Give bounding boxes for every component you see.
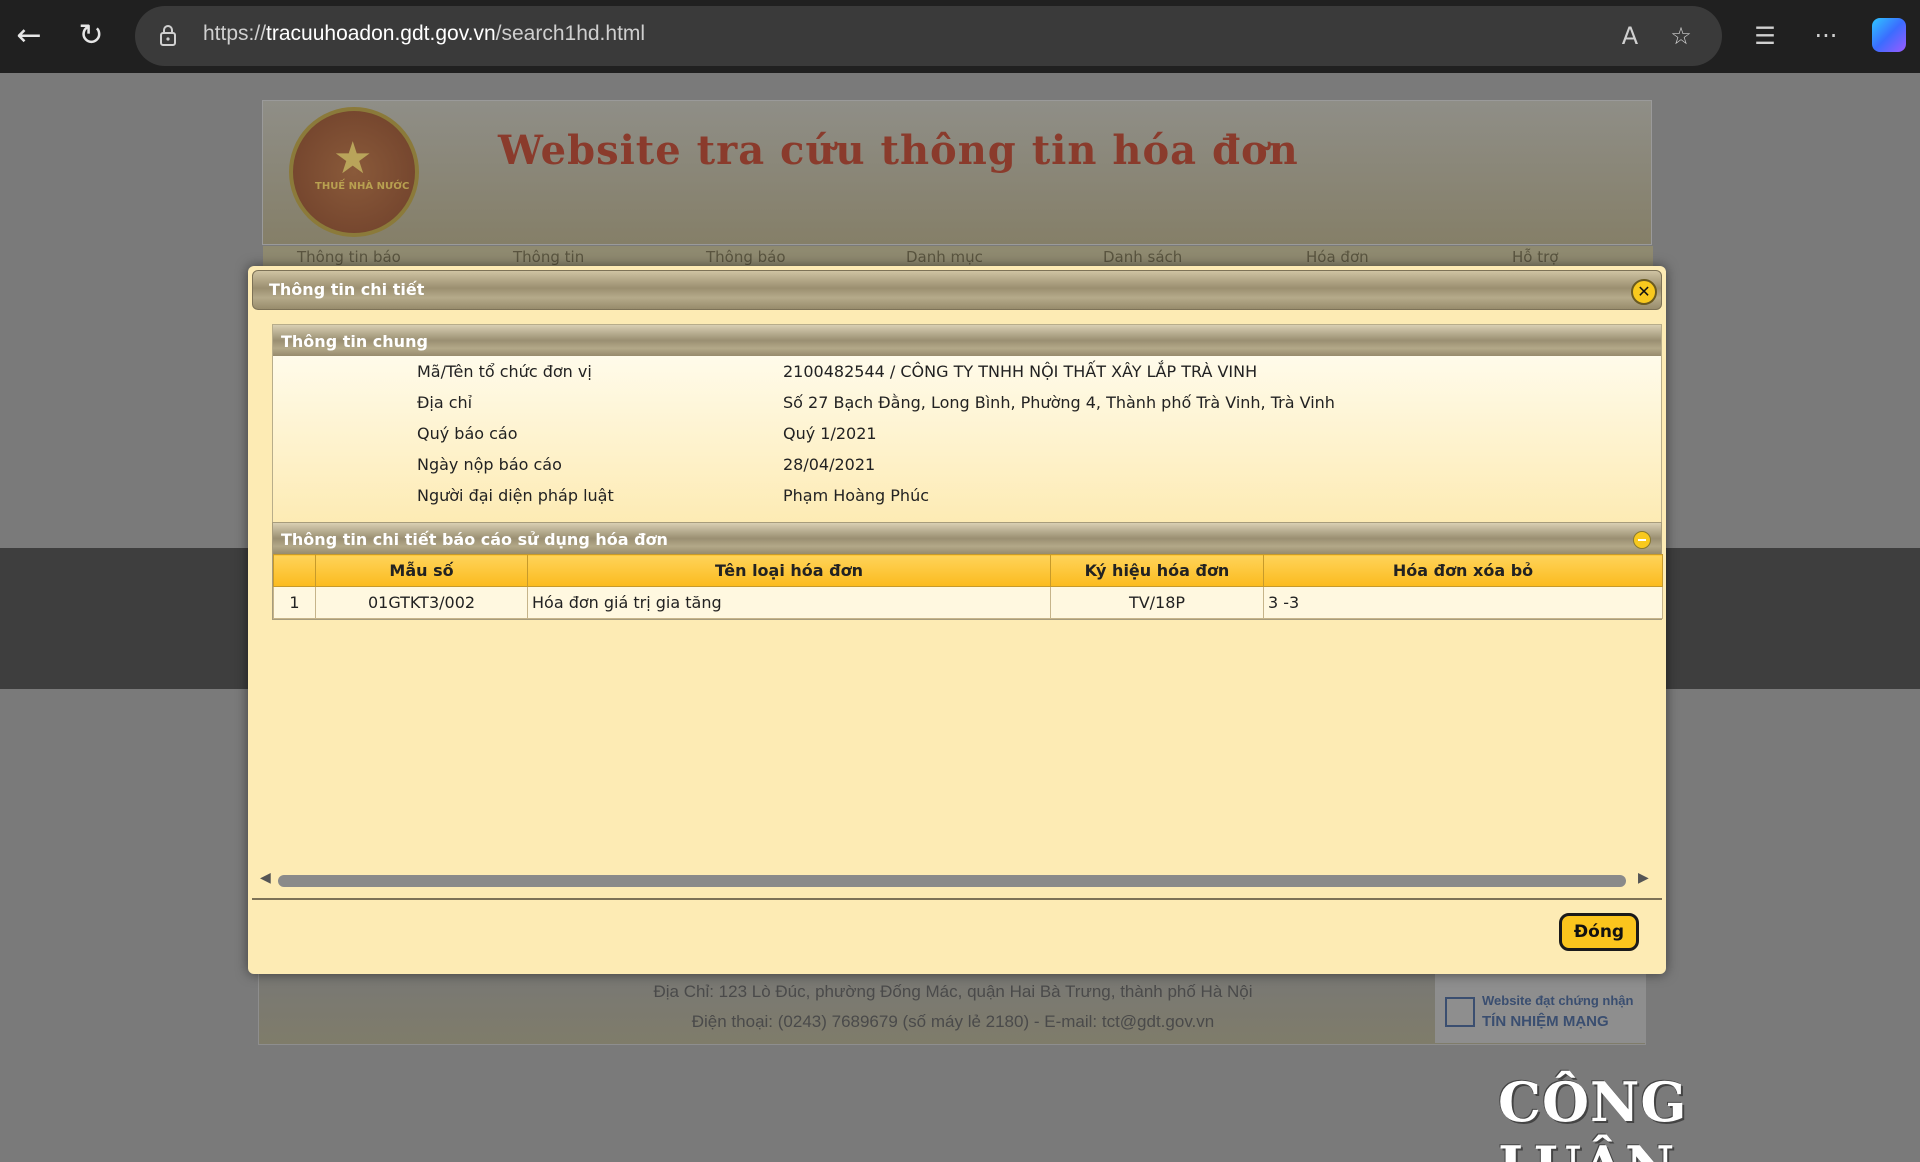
badge-line1: Website đạt chứng nhận: [1482, 993, 1634, 1008]
copilot-icon[interactable]: [1872, 18, 1906, 52]
dialog-title: Thông tin chi tiết: [269, 280, 425, 299]
nav-item[interactable]: Danh sách: [1103, 248, 1182, 266]
general-info-header: Thông tin chung: [273, 325, 1661, 356]
close-icon[interactable]: ✕: [1631, 279, 1657, 305]
address-bar[interactable]: https://tracuuhoadon.gdt.gov.vn/search1h…: [135, 6, 1722, 66]
badge-line2: TÍN NHIỆM MẠNG: [1482, 1013, 1609, 1030]
refresh-icon[interactable]: ↻: [72, 17, 110, 55]
field-value: Quý 1/2021: [783, 424, 877, 443]
general-info-body: Mã/Tên tổ chức đơn vị 2100482544 / CÔNG …: [273, 356, 1661, 522]
nav-item[interactable]: Thông tin báo: [297, 248, 401, 266]
col-header-type: Tên loại hóa đơn: [527, 554, 1051, 587]
info-row: Quý báo cáo Quý 1/2021: [273, 418, 1663, 449]
general-info-section: Thông tin chung Mã/Tên tổ chức đơn vị 21…: [272, 324, 1662, 523]
field-value: 28/04/2021: [783, 455, 876, 474]
close-button[interactable]: Đóng: [1559, 913, 1639, 951]
site-header: ★ THUẾ NHÀ NƯỚC Website tra cứu thông ti…: [262, 100, 1653, 268]
field-value: Phạm Hoàng Phúc: [783, 486, 929, 505]
col-header-index: [273, 554, 316, 587]
field-label: Mã/Tên tổ chức đơn vị: [417, 362, 592, 381]
trust-badge[interactable]: Website đạt chứng nhận TÍN NHIỆM MẠNG: [1435, 967, 1645, 1043]
nav-item[interactable]: Hỗ trợ: [1512, 248, 1558, 266]
field-label: Quý báo cáo: [417, 424, 518, 443]
favorite-star-icon[interactable]: ☆: [1665, 20, 1697, 52]
cell-form: 01GTKT3/002: [315, 586, 528, 619]
field-label: Địa chỉ: [417, 393, 473, 412]
nav-item[interactable]: Hóa đơn: [1306, 248, 1369, 266]
cell-cancelled: 3 -3: [1263, 586, 1663, 619]
nav-item[interactable]: Thông tin: [513, 248, 584, 266]
dialog-header: Thông tin chi tiết ✕: [252, 270, 1662, 310]
cell-type: Hóa đơn giá trị gia tăng: [527, 586, 1051, 619]
usage-detail-section: Thông tin chi tiết báo cáo sử dụng hóa đ…: [272, 522, 1663, 620]
cong-luan-watermark: CÔNG LUẬN: [1498, 1070, 1878, 1162]
detail-dialog: Thông tin chi tiết ✕ Thông tin chung Mã/…: [248, 266, 1666, 974]
cell-symbol: TV/18P: [1050, 586, 1264, 619]
field-value: 2100482544 / CÔNG TY TNHH NỘI THẤT XÂY L…: [783, 362, 1258, 381]
favorites-list-icon[interactable]: ☰: [1749, 20, 1781, 52]
table-row: 1 01GTKT3/002 Hóa đơn giá trị gia tăng T…: [273, 586, 1663, 619]
invoice-usage-table: Mẫu số Tên loại hóa đơn Ký hiệu hóa đơn …: [273, 554, 1663, 619]
section-title: Thông tin chi tiết báo cáo sử dụng hóa đ…: [281, 530, 668, 549]
col-header-symbol: Ký hiệu hóa đơn: [1050, 554, 1264, 587]
field-label: Người đại diện pháp luật: [417, 486, 614, 505]
dialog-divider: [252, 898, 1662, 900]
nav-item[interactable]: Thông báo: [706, 248, 786, 266]
col-header-cancelled: Hóa đơn xóa bỏ: [1263, 554, 1663, 587]
collapse-icon[interactable]: [1633, 531, 1651, 549]
site-nav: Thông tin báo Thông tin Thông báo Danh m…: [263, 246, 1653, 268]
back-arrow-icon[interactable]: ←: [10, 17, 48, 55]
info-row: Người đại diện pháp luật Phạm Hoàng Phúc: [273, 480, 1663, 511]
info-row: Mã/Tên tổ chức đơn vị 2100482544 / CÔNG …: [273, 356, 1663, 387]
field-value: Số 27 Bạch Đằng, Long Bình, Phường 4, Th…: [783, 393, 1335, 412]
scroll-left-icon[interactable]: ◀: [260, 870, 271, 886]
browser-toolbar: ← ↻ https://tracuuhoadon.gdt.gov.vn/sear…: [0, 0, 1920, 73]
scroll-thumb[interactable]: [278, 875, 1626, 887]
site-title: Website tra cứu thông tin hóa đơn: [498, 127, 1299, 174]
cell-index: 1: [273, 586, 316, 619]
scroll-right-icon[interactable]: ▶: [1638, 870, 1649, 886]
url-text: https://tracuuhoadon.gdt.gov.vn/search1h…: [203, 22, 646, 45]
info-row: Ngày nộp báo cáo 28/04/2021: [273, 449, 1663, 480]
watermark-text: CÔNG LUẬN: [1498, 1070, 1688, 1162]
more-menu-icon[interactable]: ···: [1810, 20, 1842, 52]
network-trust-icon: [1445, 997, 1475, 1027]
usage-detail-header: Thông tin chi tiết báo cáo sử dụng hóa đ…: [273, 523, 1661, 554]
col-header-form: Mẫu số: [315, 554, 528, 587]
field-label: Ngày nộp báo cáo: [417, 455, 562, 474]
lock-icon: [160, 25, 176, 46]
star-icon: ★: [333, 133, 373, 184]
read-aloud-icon[interactable]: A: [1614, 20, 1646, 52]
nav-item[interactable]: Danh mục: [906, 248, 983, 266]
emblem-text: THUẾ NHÀ NƯỚC: [315, 181, 410, 192]
info-row: Địa chỉ Số 27 Bạch Đằng, Long Bình, Phườ…: [273, 387, 1663, 418]
horizontal-scrollbar[interactable]: ◀ ▶: [256, 870, 1656, 890]
section-title: Thông tin chung: [281, 332, 428, 351]
tax-emblem-logo: ★ THUẾ NHÀ NƯỚC: [289, 107, 419, 237]
